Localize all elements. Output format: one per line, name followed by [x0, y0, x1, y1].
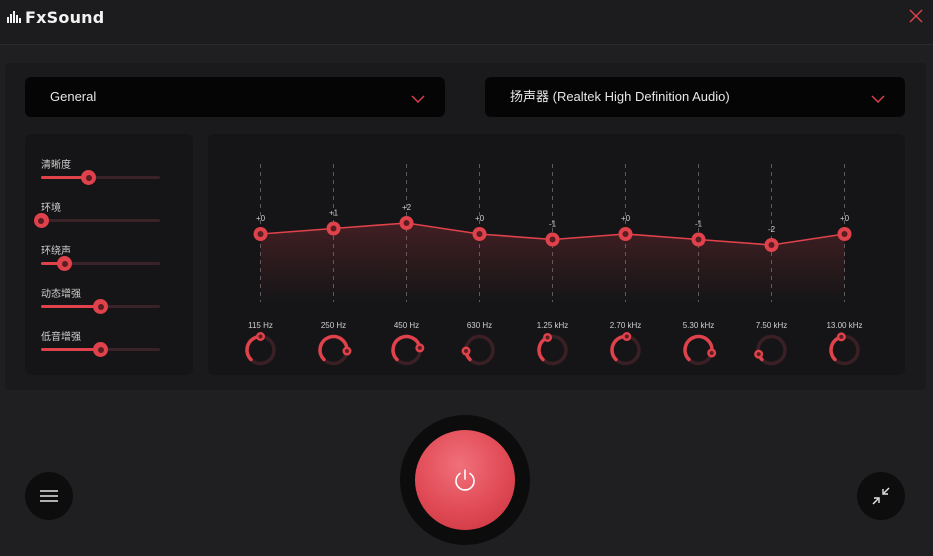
output-device-dropdown[interactable]: 扬声器 (Realtek High Definition Audio) — [485, 77, 905, 117]
effect-label: 动态增强 — [41, 289, 81, 300]
band-frequency-knob[interactable] — [537, 332, 568, 366]
effect-slider[interactable] — [41, 170, 160, 185]
band-gain-label: +0 — [621, 214, 631, 223]
band-frequency-label: 5.30 kHz — [683, 321, 715, 330]
equalizer-panel: +0 115 Hz +1 250 Hz +2 450 Hz +0 630 Hz -1 1.25 k… — [208, 134, 905, 375]
slider-thumb[interactable] — [33, 213, 49, 228]
band-gain-label: -1 — [695, 220, 703, 229]
effect-label: 环绕声 — [41, 246, 71, 257]
band-gain-label: +2 — [402, 203, 412, 212]
band-frequency-label: 115 Hz — [248, 321, 273, 330]
bars-logo-icon — [7, 11, 21, 23]
app-logo: FxSound — [7, 7, 104, 27]
equalizer-graph: +0 115 Hz +1 250 Hz +2 450 Hz +0 630 Hz -1 1.25 k… — [245, 164, 863, 366]
effects-panel: 清晰度 环境 环绕声 动态增强 低音增强 — [25, 134, 193, 375]
minimize-view-button[interactable] — [857, 472, 905, 520]
effect-label: 环境 — [41, 203, 61, 214]
band-frequency-knob[interactable] — [754, 334, 787, 366]
output-device-dropdown-value: 扬声器 (Realtek High Definition Audio) — [510, 89, 730, 104]
band-gain-handle-center — [257, 231, 264, 237]
band-gain-label: +0 — [475, 214, 485, 223]
band-frequency-knob[interactable] — [683, 334, 717, 366]
slider-thumb[interactable] — [93, 299, 108, 314]
slider-thumb[interactable] — [81, 170, 97, 185]
band-frequency-knob[interactable] — [461, 334, 495, 366]
effect-slider[interactable] — [41, 299, 160, 314]
app-title: FxSound — [25, 7, 105, 27]
band-gain-handle-center — [330, 225, 337, 232]
effect-slider[interactable] — [41, 256, 160, 271]
effect-label: 低音增强 — [41, 332, 81, 343]
band-gain-label: +0 — [256, 214, 266, 223]
band-gain-handle-center — [549, 236, 556, 243]
preset-dropdown-value: General — [50, 89, 97, 104]
band-frequency-label: 450 Hz — [394, 321, 419, 330]
effect-slider[interactable] — [33, 213, 160, 228]
power-button[interactable] — [415, 430, 515, 530]
close-icon — [905, 9, 927, 32]
slider-fill — [41, 305, 101, 308]
band-gain-handle-center — [622, 231, 629, 237]
close-button[interactable] — [905, 6, 927, 28]
band-frequency-label: 2.70 kHz — [610, 321, 642, 330]
effect-slider[interactable] — [41, 342, 160, 357]
band-frequency-knob[interactable] — [610, 332, 641, 366]
band-frequency-label: 250 Hz — [321, 321, 346, 330]
effect-label: 清晰度 — [41, 160, 71, 171]
band-frequency-label: 1.25 kHz — [537, 321, 569, 330]
knob-arc — [318, 334, 349, 362]
band-gain-handle-center — [841, 231, 848, 237]
band-gain-label: +0 — [840, 214, 850, 223]
band-gain-handle-center — [695, 236, 702, 243]
band-gain-handle-center — [476, 231, 483, 237]
slider-thumb[interactable] — [57, 256, 73, 271]
title-bar: FxSound — [0, 0, 933, 45]
chevron-down-icon — [411, 91, 425, 103]
band-gain-handle-center — [403, 220, 410, 226]
band-gain-handle-center — [768, 242, 775, 248]
band-frequency-knob[interactable] — [245, 332, 276, 366]
band-frequency-label: 7.50 kHz — [756, 321, 788, 330]
band-frequency-knob[interactable] — [391, 334, 425, 366]
band-frequency-knob[interactable] — [829, 332, 860, 366]
knob-arc — [683, 334, 714, 362]
slider-fill — [41, 348, 101, 351]
band-gain-label: -2 — [768, 225, 776, 234]
slider-thumb[interactable] — [93, 342, 108, 357]
band-frequency-label: 13.00 kHz — [826, 321, 862, 330]
band-gain-label: +1 — [329, 209, 339, 218]
chevron-down-icon — [871, 91, 885, 103]
band-frequency-label: 630 Hz — [467, 321, 492, 330]
menu-button[interactable] — [25, 472, 73, 520]
band-gain-label: -1 — [549, 220, 557, 229]
preset-dropdown[interactable]: General — [25, 77, 445, 117]
band-frequency-knob[interactable] — [318, 334, 352, 366]
